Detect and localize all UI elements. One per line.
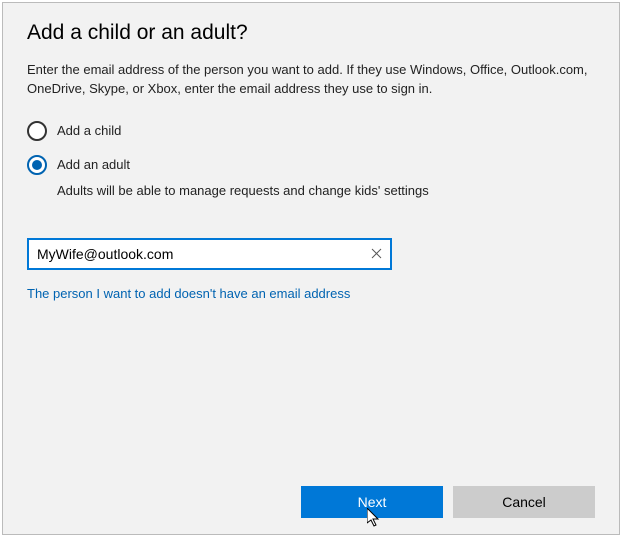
cancel-button[interactable]: Cancel xyxy=(453,486,595,518)
dialog-button-row: Next Cancel xyxy=(301,486,595,518)
radio-label: Add a child xyxy=(57,123,121,138)
close-icon xyxy=(371,248,382,259)
email-input[interactable] xyxy=(27,238,392,270)
radio-label: Add an adult xyxy=(57,157,130,172)
radio-helper-text: Adults will be able to manage requests a… xyxy=(57,183,595,198)
add-member-dialog: Add a child or an adult? Enter the email… xyxy=(2,2,620,535)
radio-unchecked-icon xyxy=(27,121,47,141)
member-type-radio-group: Add a child Add an adult Adults will be … xyxy=(27,121,595,220)
clear-input-button[interactable] xyxy=(364,242,388,266)
no-email-link[interactable]: The person I want to add doesn't have an… xyxy=(27,286,595,301)
dialog-title: Add a child or an adult? xyxy=(27,21,595,45)
dialog-description: Enter the email address of the person yo… xyxy=(27,61,595,99)
radio-add-child[interactable]: Add a child xyxy=(27,121,595,141)
radio-dot-icon xyxy=(32,160,42,170)
next-button[interactable]: Next xyxy=(301,486,443,518)
email-input-wrap xyxy=(27,238,392,270)
radio-checked-icon xyxy=(27,155,47,175)
radio-add-adult[interactable]: Add an adult xyxy=(27,155,595,175)
